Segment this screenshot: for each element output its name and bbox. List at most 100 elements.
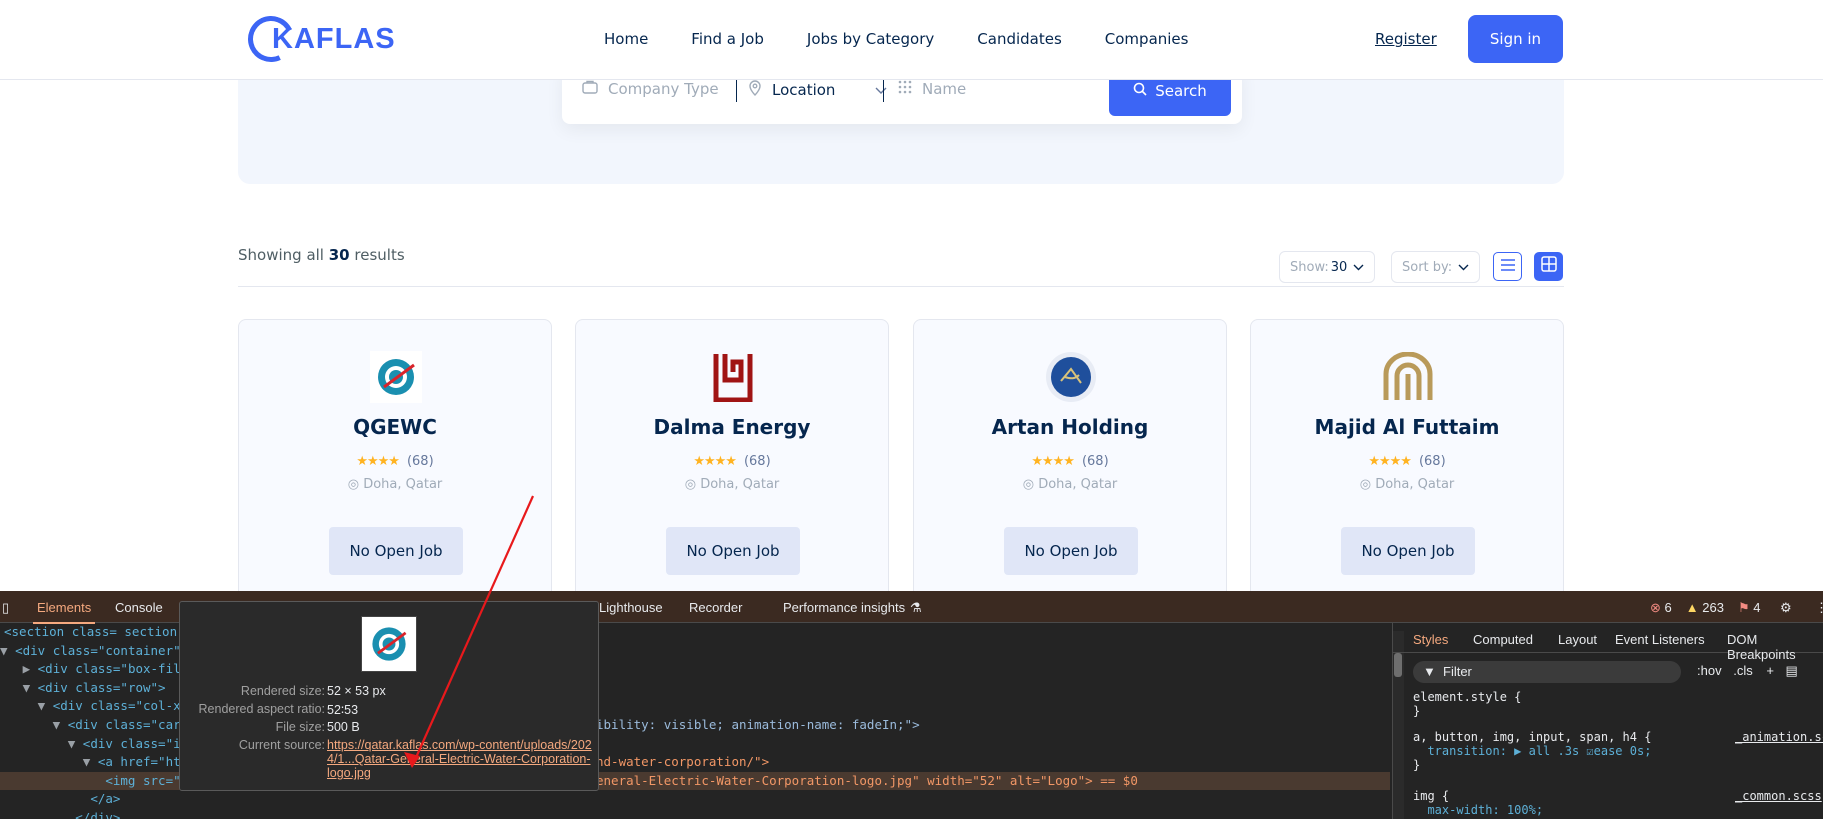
hov-toggle[interactable]: :hov: [1697, 663, 1722, 678]
company-card[interactable]: Majid Al Futtaim ★★★★ (68) ◎ Doha, Qatar …: [1250, 319, 1564, 619]
no-open-job-button[interactable]: No Open Job: [666, 527, 800, 575]
dom-node-text: <section class= section-: [4, 624, 185, 639]
inspect-icon[interactable]: ▯: [2, 600, 9, 616]
company-name[interactable]: Dalma Energy: [576, 415, 888, 439]
map-pin-icon: ◎: [1359, 477, 1376, 492]
company-type-placeholder: Company Type: [608, 80, 719, 98]
issues-value: 4: [1753, 600, 1761, 615]
review-count: (68): [1418, 454, 1446, 469]
row-value: 52 × 53 px: [327, 684, 386, 698]
no-open-job-button[interactable]: No Open Job: [1341, 527, 1475, 575]
style-tools: :hov .cls + ▤: [1697, 663, 1798, 679]
majid-al-futtaim-logo[interactable]: [1382, 351, 1434, 403]
rule-source-link[interactable]: _common.scss: [1735, 789, 1822, 803]
errors-count[interactable]: ⊗ 6: [1650, 600, 1672, 616]
grid-icon: [1540, 256, 1557, 277]
qgewc-logo[interactable]: [370, 351, 422, 403]
tab-console[interactable]: Console: [115, 600, 163, 615]
tab-dom-breakpoints[interactable]: DOM Breakpoints: [1727, 632, 1823, 662]
show-label: Show:: [1290, 259, 1329, 275]
image-preview-tooltip: Rendered size: 52 × 53 px Rendered aspect…: [179, 601, 599, 791]
location-text: Doha, Qatar: [700, 477, 780, 492]
kaflas-logo[interactable]: KAFLAS: [241, 9, 396, 69]
company-name[interactable]: Majid Al Futtaim: [1251, 415, 1563, 439]
location-text: Doha, Qatar: [1038, 477, 1118, 492]
company-type-select[interactable]: Company Type: [582, 80, 719, 98]
gear-icon[interactable]: ⚙: [1780, 600, 1792, 616]
sort-by-dropdown[interactable]: Sort by:: [1391, 251, 1481, 283]
nav-companies[interactable]: Companies: [1105, 30, 1189, 48]
no-open-job-button[interactable]: No Open Job: [329, 527, 463, 575]
more-icon[interactable]: ⋮: [1815, 600, 1823, 616]
no-open-job-button[interactable]: No Open Job: [1004, 527, 1138, 575]
logo-mark-icon: [241, 9, 301, 69]
rule-selector: element.style {: [1413, 690, 1522, 704]
company-name[interactable]: Artan Holding: [914, 415, 1226, 439]
cls-toggle[interactable]: .cls: [1733, 663, 1753, 678]
nav-candidates[interactable]: Candidates: [977, 30, 1062, 48]
styles-filter-input[interactable]: ▼ Filter: [1413, 661, 1681, 683]
style-rule[interactable]: element.style { }: [1413, 690, 1521, 718]
tab-performance-insights[interactable]: Performance insights: [783, 600, 905, 615]
company-name[interactable]: QGEWC: [239, 415, 551, 439]
styles-tabbar: Styles Computed Layout Event Listeners D…: [1393, 623, 1823, 662]
company-card[interactable]: Dalma Energy ★★★★ (68) ◎ Doha, Qatar No O…: [575, 319, 889, 619]
map-pin-icon: ◎: [684, 477, 701, 492]
tab-styles[interactable]: Styles: [1413, 632, 1448, 647]
dom-node-text: <div class="col-xl-: [52, 698, 196, 714]
tab-computed[interactable]: Computed: [1473, 632, 1533, 647]
nav-find-a-job[interactable]: Find a Job: [691, 30, 764, 48]
row-label: Current source:: [238, 738, 325, 752]
grid-view-button[interactable]: [1534, 252, 1563, 281]
list-icon: [1500, 257, 1516, 277]
paint-icon[interactable]: ▤: [1786, 663, 1798, 678]
show-count-dropdown[interactable]: Show: 30: [1279, 251, 1376, 283]
dom-node-tail: eneral-Electric-Water-Corporation-logo.j…: [596, 772, 1138, 788]
location-value: Location: [772, 81, 836, 99]
image-thumbnail: [361, 616, 417, 672]
warnings-value: 263: [1702, 600, 1724, 615]
dom-node[interactable]: </div>: [0, 809, 1390, 819]
tab-recorder[interactable]: Recorder: [689, 600, 742, 615]
source-link[interactable]: https://qatar.kaflas.com/wp-content/uplo…: [327, 738, 592, 780]
filter-placeholder: Filter: [1443, 664, 1472, 679]
rule-selector: a, button, img, input, span, h4 {: [1413, 730, 1652, 744]
tab-elements[interactable]: Elements: [32, 600, 96, 624]
row-label: Rendered aspect ratio:: [198, 702, 325, 716]
dom-node[interactable]: </a>: [0, 790, 1390, 809]
nav-home[interactable]: Home: [604, 30, 648, 48]
row-value: 500 B: [327, 720, 360, 734]
location-select[interactable]: Location: [748, 80, 887, 100]
row-label: Rendered size:: [240, 684, 325, 698]
star-rating-icon: ★★★★: [693, 454, 737, 469]
list-view-button[interactable]: [1493, 252, 1522, 281]
tab-lighthouse[interactable]: Lighthouse: [599, 600, 663, 615]
sort-label: Sort by:: [1402, 259, 1453, 275]
name-placeholder: Name: [922, 80, 967, 98]
company-card[interactable]: QGEWC ★★★★ (68) ◎ Doha, Qatar No Open Job: [238, 319, 552, 619]
map-pin-icon: [748, 80, 762, 100]
tab-event-listeners[interactable]: Event Listeners: [1615, 632, 1705, 647]
dalma-energy-logo[interactable]: [707, 351, 759, 403]
sign-in-button[interactable]: Sign in: [1468, 15, 1563, 63]
rule-source-link[interactable]: _animation.scss: [1735, 730, 1823, 744]
search-button-label: Search: [1155, 82, 1207, 100]
issues-count[interactable]: ⚑ 4: [1738, 600, 1761, 616]
artan-holding-logo[interactable]: [1045, 351, 1097, 403]
warnings-count[interactable]: ▲ 263: [1686, 600, 1724, 616]
tab-layout[interactable]: Layout: [1558, 632, 1597, 647]
nav-jobs-by-category[interactable]: Jobs by Category: [807, 30, 934, 48]
company-card[interactable]: Artan Holding ★★★★ (68) ◎ Doha, Qatar No …: [913, 319, 1227, 619]
location-text: Doha, Qatar: [363, 477, 443, 492]
row-value: 52∶53: [327, 703, 359, 717]
style-rule[interactable]: img {_common.scss max-width: 100%;: [1413, 789, 1822, 817]
style-rule[interactable]: a, button, img, input, span, h4 { _animat…: [1413, 730, 1823, 772]
plus-icon[interactable]: +: [1766, 663, 1774, 678]
dom-node-text: </a>: [90, 791, 121, 807]
dom-node-tail: nd-water-corporation/">: [596, 754, 770, 770]
register-link[interactable]: Register: [1375, 30, 1437, 48]
issue-counters[interactable]: ⊗ 6 ▲ 263 ⚑ 4: [1650, 600, 1760, 616]
company-location: ◎ Doha, Qatar: [1251, 477, 1563, 492]
dom-node-text: <div class="box-filte: [37, 661, 196, 677]
name-input[interactable]: Name: [898, 80, 966, 98]
